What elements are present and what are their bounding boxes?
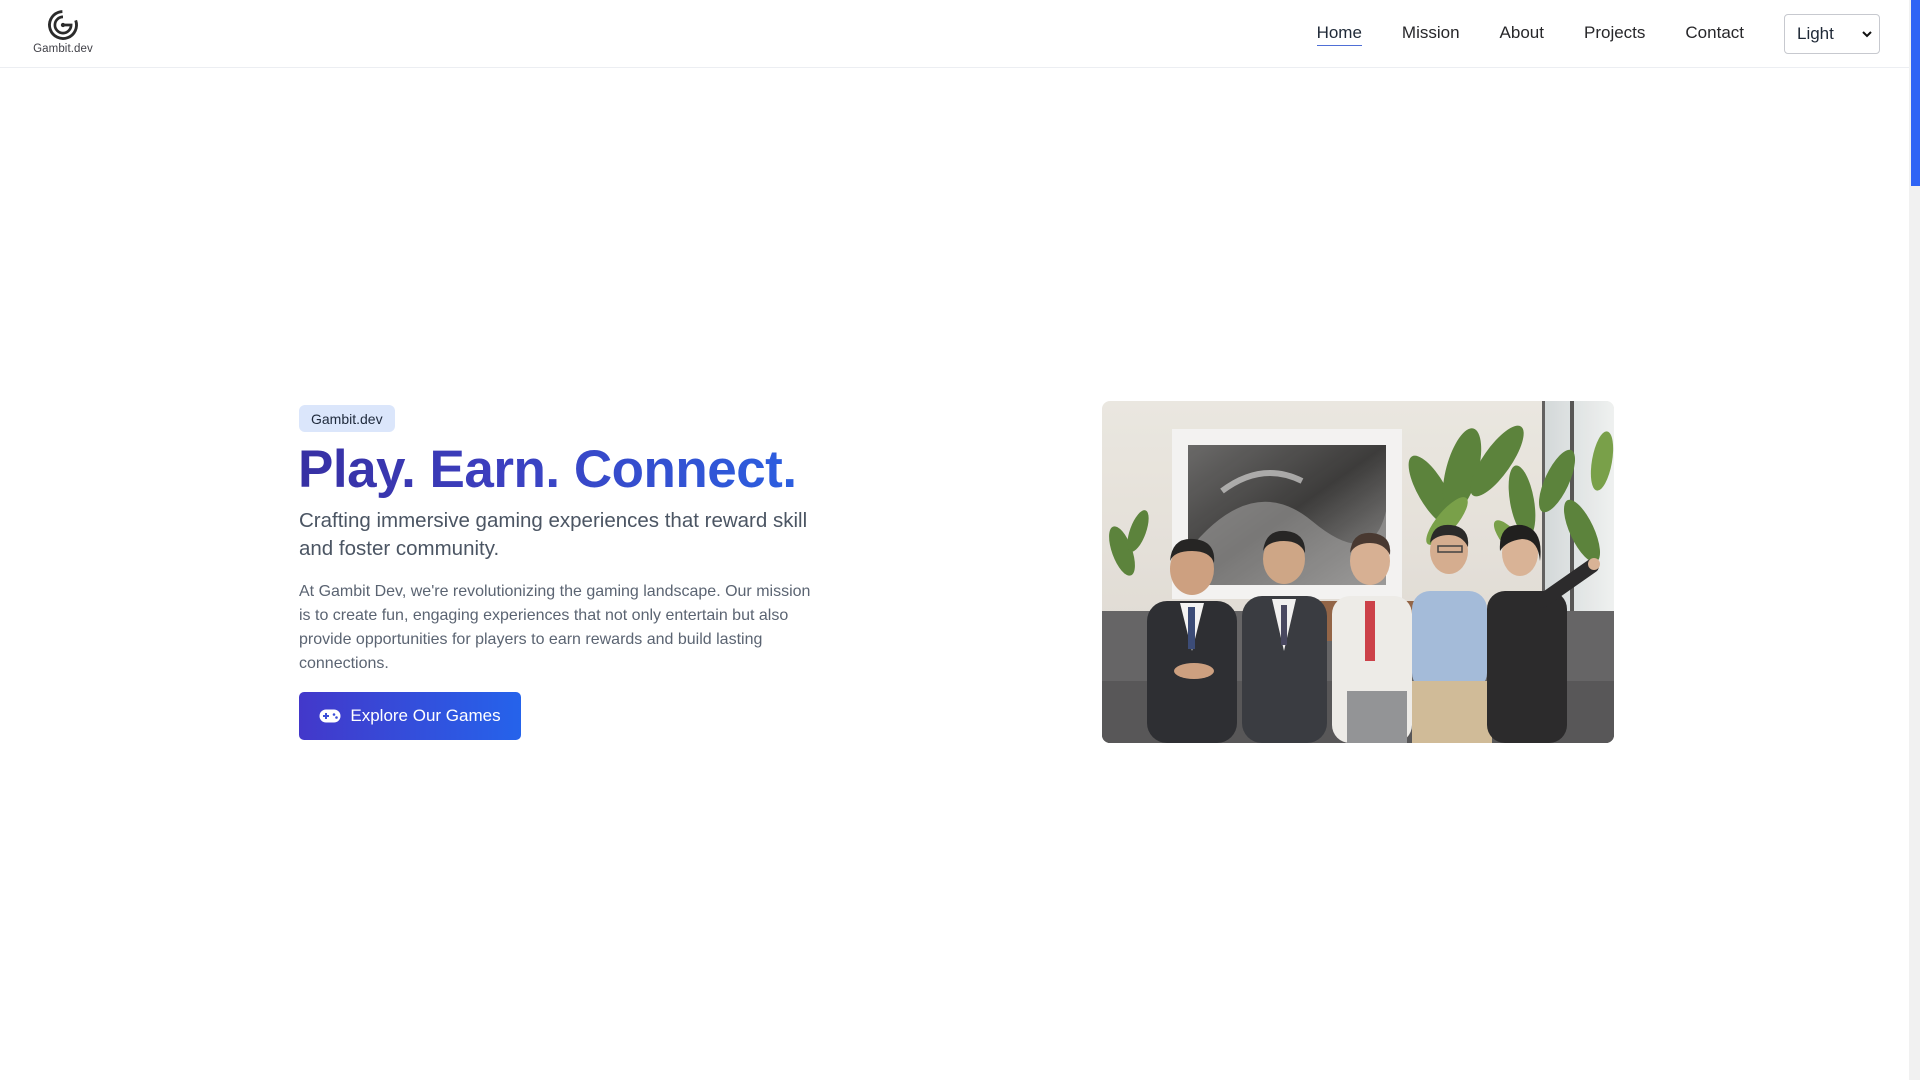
nav-item-about[interactable]: About: [1500, 23, 1544, 45]
team-photo: [1102, 401, 1614, 743]
page-scrollbar[interactable]: [1909, 0, 1920, 1080]
theme-select-value: Light: [1797, 24, 1834, 43]
hero-headline: Play. Earn. Connect.: [298, 437, 797, 503]
explore-games-button[interactable]: Explore Our Games: [299, 692, 521, 740]
brand-name: Gambit.dev: [33, 43, 93, 55]
nav-item-mission[interactable]: Mission: [1402, 23, 1460, 45]
theme-select[interactable]: Light: [1784, 14, 1880, 54]
chevron-down-icon: [1862, 31, 1872, 38]
hero-description: At Gambit Dev, we're revolutionizing the…: [299, 583, 811, 672]
hero-subtitle: Crafting immersive gaming experiences th…: [299, 509, 808, 560]
site-header: Gambit.dev Home Mission About Projects C…: [0, 0, 1909, 68]
nav-item-home[interactable]: Home: [1316, 23, 1362, 46]
brand-logo[interactable]: Gambit.dev: [28, 7, 98, 55]
gamepad-icon: [319, 709, 341, 723]
nav-item-contact[interactable]: Contact: [1685, 23, 1744, 45]
scrollbar-thumb[interactable]: [1911, 0, 1920, 186]
gambit-g-logo-icon: [48, 10, 78, 40]
hero-badge: Gambit.dev: [299, 405, 395, 432]
nav-item-projects[interactable]: Projects: [1584, 23, 1645, 45]
main-nav: Home Mission About Projects Contact Ligh…: [1316, 0, 1909, 68]
explore-games-label: Explore Our Games: [350, 706, 501, 725]
